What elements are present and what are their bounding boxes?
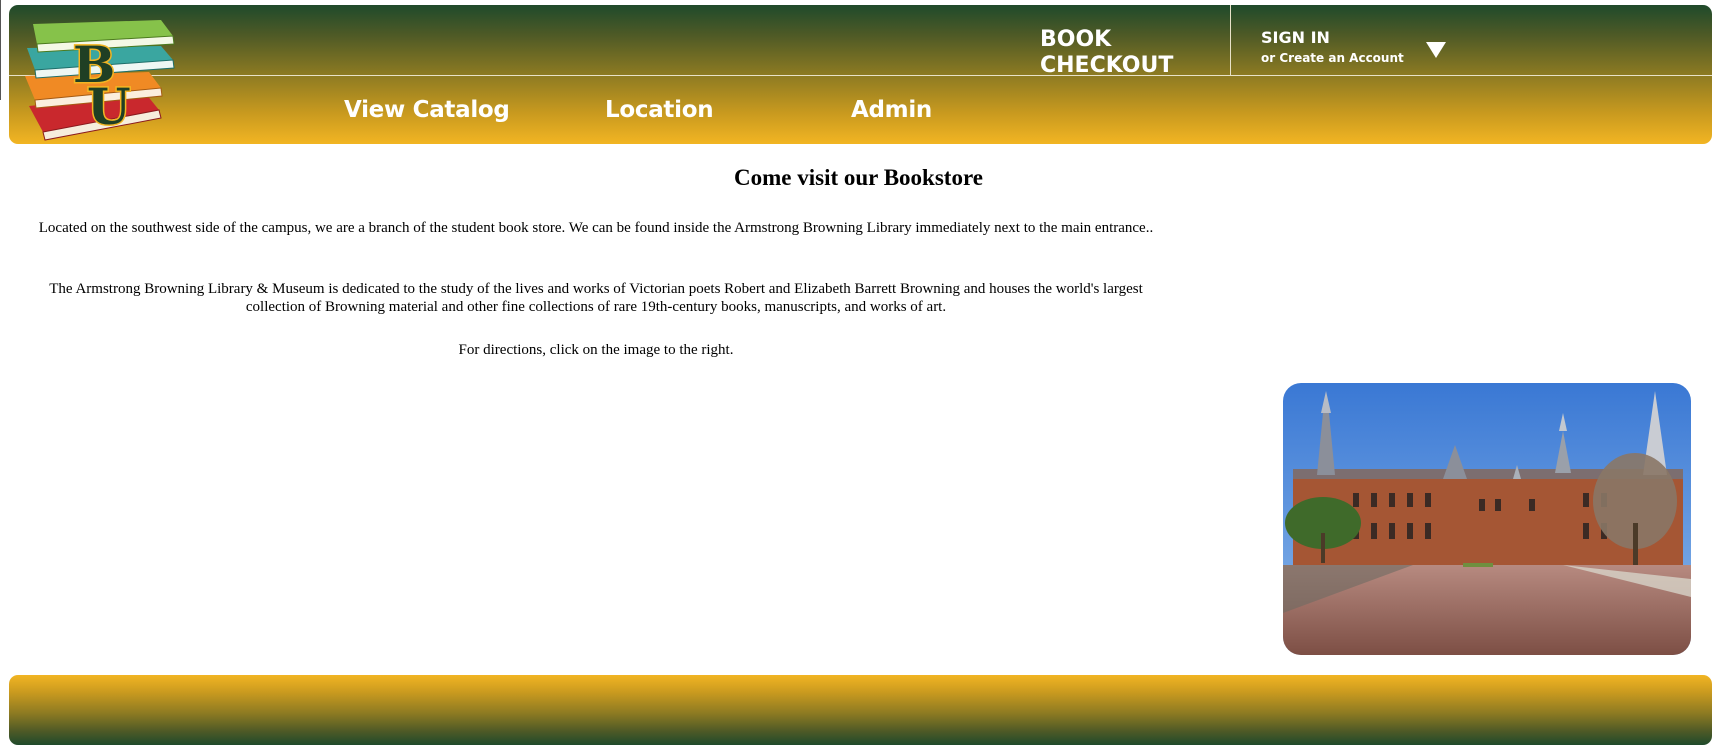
library-building-photo[interactable] <box>1283 383 1691 655</box>
header-divider-horizontal <box>9 75 1712 76</box>
page-title: Come visit our Bookstore <box>734 165 983 190</box>
nav-view-catalog[interactable]: View Catalog <box>344 97 510 123</box>
window-edge <box>0 0 1 100</box>
site-title-line2: CHECKOUT <box>1040 53 1174 78</box>
site-header: B U View Catalog Location Admin BOOK CHE… <box>9 5 1712 144</box>
svg-text:U: U <box>87 77 131 136</box>
header-divider-vertical <box>1230 5 1231 75</box>
nav-location[interactable]: Location <box>605 97 714 123</box>
museum-paragraph: The Armstrong Browning Library & Museum … <box>49 281 1143 315</box>
site-title-line1: BOOK <box>1040 27 1112 52</box>
create-account-link[interactable]: or Create an Account <box>1261 51 1404 65</box>
site-footer <box>9 675 1712 745</box>
stacked-books-logo[interactable]: B U <box>21 14 186 142</box>
site-title: BOOK CHECKOUT <box>1040 27 1220 79</box>
intro-paragraph: Located on the southwest side of the cam… <box>38 220 1154 236</box>
directions-paragraph: For directions, click on the image to th… <box>458 342 734 358</box>
nav-admin[interactable]: Admin <box>851 97 932 123</box>
triangle-down-icon[interactable] <box>1426 42 1446 58</box>
sign-in-link[interactable]: SIGN IN <box>1261 28 1330 47</box>
